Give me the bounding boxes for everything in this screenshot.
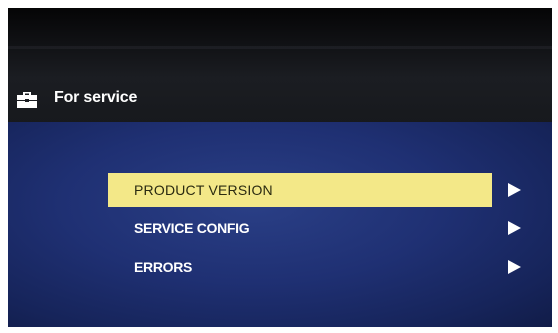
page-title: For service	[54, 89, 138, 106]
arrow-right-icon[interactable]	[508, 221, 521, 235]
tv-screen: For service PRODUCT VERSION SERVICE CONF…	[8, 8, 552, 327]
menu-item-label: SERVICE CONFIG	[134, 220, 250, 236]
service-menu: PRODUCT VERSION SERVICE CONFIG ERRORS	[8, 122, 552, 327]
menu-item-label: ERRORS	[134, 259, 193, 275]
toolbox-icon	[17, 92, 37, 108]
arrow-right-icon[interactable]	[508, 183, 521, 197]
menu-item-product-version[interactable]: PRODUCT VERSION	[108, 173, 492, 207]
menu-item-label: PRODUCT VERSION	[134, 182, 273, 198]
arrow-right-icon[interactable]	[508, 260, 521, 274]
header: For service	[8, 80, 552, 120]
menu-item-service-config[interactable]: SERVICE CONFIG	[108, 211, 492, 245]
menu-item-errors[interactable]: ERRORS	[108, 250, 492, 284]
